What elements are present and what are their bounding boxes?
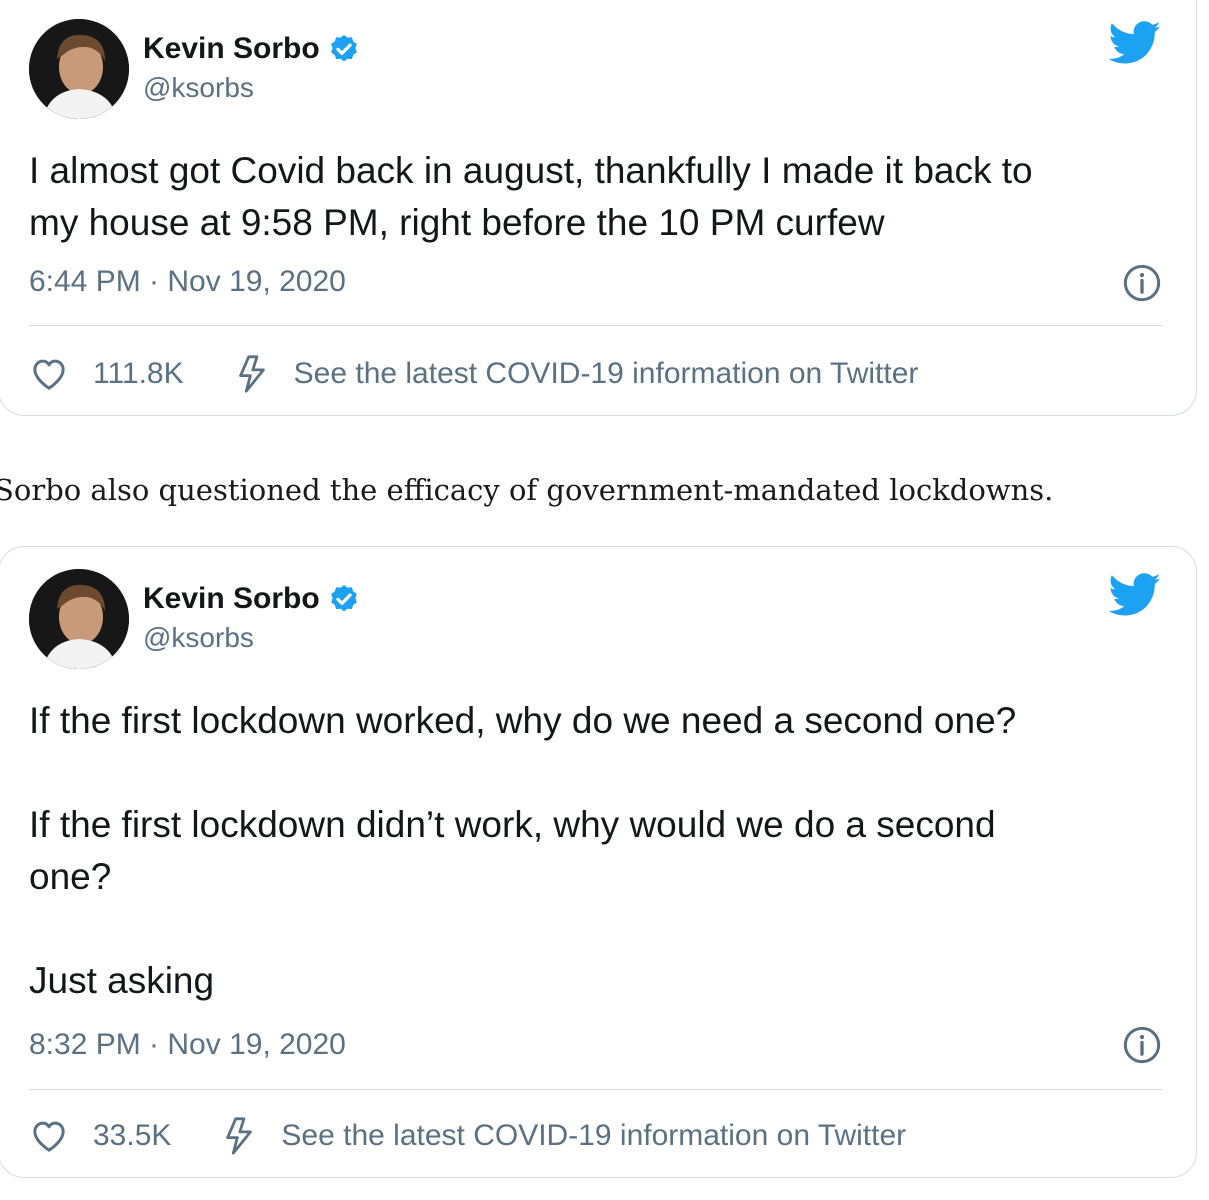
twitter-bird-icon[interactable] — [1108, 21, 1162, 65]
display-name[interactable]: Kevin Sorbo — [143, 581, 360, 617]
display-name[interactable]: Kevin Sorbo — [143, 31, 360, 67]
handle[interactable]: @ksorbs — [143, 621, 360, 655]
avatar[interactable] — [29, 19, 129, 119]
handle[interactable]: @ksorbs — [143, 71, 360, 105]
divider — [29, 325, 1162, 326]
tweet-actions: 33.5K See the latest COVID-19 informatio… — [29, 1111, 1166, 1161]
info-icon[interactable] — [1122, 1025, 1162, 1065]
timestamp[interactable]: 8:32 PM · Nov 19, 2020 — [29, 1027, 346, 1063]
heart-icon[interactable] — [29, 1116, 69, 1156]
lightning-bolt-icon[interactable] — [234, 354, 270, 394]
article-paragraph: Sorbo also questioned the efficacy of go… — [0, 473, 1054, 507]
display-name-text[interactable]: Kevin Sorbo — [143, 31, 320, 67]
info-icon[interactable] — [1122, 263, 1162, 303]
divider — [29, 1089, 1162, 1090]
timestamp[interactable]: 6:44 PM · Nov 19, 2020 — [29, 264, 346, 300]
verified-badge-icon — [330, 35, 357, 62]
verified-badge-icon — [330, 585, 357, 612]
heart-icon[interactable] — [29, 354, 69, 394]
display-name-text[interactable]: Kevin Sorbo — [143, 581, 320, 617]
covid-info-link[interactable]: See the latest COVID-19 information on T… — [281, 1119, 906, 1153]
lightning-bolt-icon[interactable] — [221, 1116, 257, 1156]
tweet-card[interactable]: Kevin Sorbo @ksorbs If the first lockdow… — [0, 546, 1197, 1178]
avatar[interactable] — [29, 569, 129, 669]
tweet-text: If the first lockdown worked, why do we … — [29, 700, 1017, 1001]
tweet-card[interactable]: Kevin Sorbo @ksorbs I almost got Covid b… — [0, 0, 1197, 416]
tweet-text: I almost got Covid back in august, thank… — [29, 150, 1033, 243]
like-count[interactable]: 111.8K — [93, 357, 184, 391]
covid-info-link[interactable]: See the latest COVID-19 information on T… — [294, 357, 919, 391]
like-count[interactable]: 33.5K — [93, 1119, 171, 1153]
twitter-bird-icon[interactable] — [1108, 573, 1162, 617]
tweet-actions: 111.8K See the latest COVID-19 informati… — [29, 349, 1166, 399]
